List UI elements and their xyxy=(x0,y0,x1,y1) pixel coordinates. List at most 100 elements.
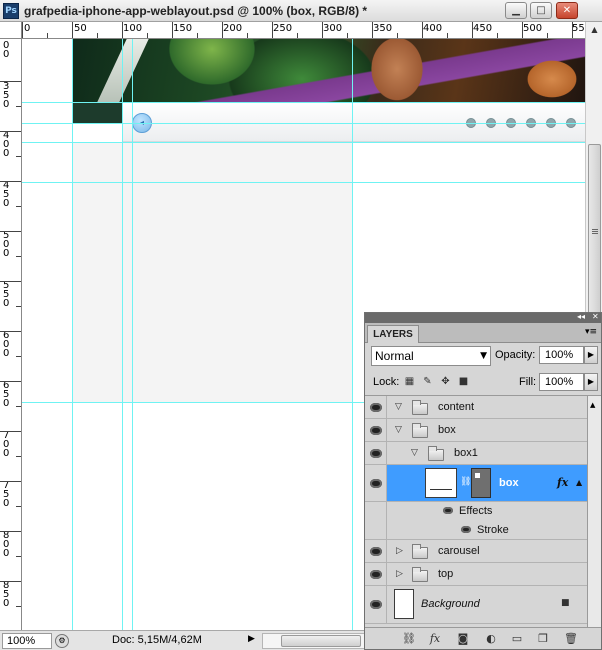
folder-icon xyxy=(412,423,428,438)
visibility-toggle[interactable] xyxy=(365,442,387,464)
ruler-top-label: 450 xyxy=(473,23,493,34)
ruler-left-label: 350 xyxy=(3,81,10,110)
visibility-toggle[interactable] xyxy=(365,465,387,501)
visibility-toggle[interactable] xyxy=(365,540,387,562)
status-menu-arrow-icon[interactable]: ▶ xyxy=(248,634,255,644)
ruler-top-label: 300 xyxy=(323,23,343,34)
panel-menu-icon[interactable]: ▾≡ xyxy=(585,327,597,337)
status-info-icon[interactable]: ⚙ xyxy=(55,634,69,648)
visibility-toggle[interactable] xyxy=(365,419,387,441)
guide-vertical[interactable] xyxy=(122,39,123,630)
layer-name: carousel xyxy=(438,545,480,557)
collapse-triangle-icon[interactable]: ▷ xyxy=(396,546,403,556)
guide-horizontal[interactable] xyxy=(22,102,585,103)
zoom-level-field[interactable]: 100% xyxy=(2,633,52,649)
panel-close-icon[interactable]: ✕ xyxy=(592,312,599,321)
horizontal-scrollbar[interactable] xyxy=(262,633,367,649)
guide-vertical[interactable] xyxy=(72,39,73,630)
layer-row-stroke[interactable]: Stroke xyxy=(365,521,587,540)
effects-expand-arrow-icon[interactable]: ▲ xyxy=(576,478,582,487)
new-group-folder-icon[interactable]: ▭ xyxy=(509,632,525,646)
ruler-top-label: 100 xyxy=(123,23,143,34)
lock-transparent-icon[interactable]: ▦ xyxy=(403,375,416,388)
lock-position-move-icon[interactable]: ✥ xyxy=(439,375,452,388)
maximize-button[interactable]: □ xyxy=(530,2,552,19)
guide-vertical[interactable] xyxy=(132,39,133,630)
visibility-toggle[interactable] xyxy=(365,396,387,418)
delete-layer-trash-icon[interactable]: 🗑 xyxy=(563,632,579,646)
eye-icon[interactable] xyxy=(461,526,471,533)
layer-name: Background xyxy=(421,598,480,610)
new-layer-icon[interactable]: ❐ xyxy=(535,632,551,646)
horizontal-scroll-thumb[interactable] xyxy=(281,635,361,647)
expand-triangle-icon[interactable]: ▽ xyxy=(395,402,402,412)
layer-row-box-group[interactable]: ▽ box xyxy=(365,419,587,442)
folder-icon xyxy=(412,544,428,559)
eye-icon xyxy=(370,479,382,488)
guide-horizontal[interactable] xyxy=(22,123,585,124)
vertical-ruler[interactable]: 00 350 400 450 500 550 600 650 700 750 8… xyxy=(0,39,22,630)
layer-thumbnail xyxy=(425,468,457,498)
hero-ribbon xyxy=(97,39,149,102)
layer-name: box xyxy=(438,424,456,436)
eye-icon xyxy=(370,600,382,609)
blend-mode-select[interactable]: Normal ▼ xyxy=(371,346,491,366)
layer-list-scrollbar[interactable]: ▲ xyxy=(587,395,601,627)
window-title: grafpedia-iphone-app-weblayout.psd @ 100… xyxy=(24,4,368,18)
ruler-left-label: 850 xyxy=(3,580,10,609)
layer-row-background[interactable]: Background ■ xyxy=(365,586,587,624)
ruler-top-label: 200 xyxy=(223,23,243,34)
layer-row-top[interactable]: ▷ top xyxy=(365,563,587,586)
guide-horizontal[interactable] xyxy=(22,142,585,143)
horizontal-ruler[interactable]: 0 50 100 150 200 250 300 350 400 450 500… xyxy=(22,22,585,39)
layer-row-effects[interactable]: Effects xyxy=(365,502,587,521)
scroll-up-arrow-icon[interactable]: ▲ xyxy=(590,401,595,409)
document-size-info: Doc: 5,15M/4,62M xyxy=(112,634,202,646)
folder-icon xyxy=(412,400,428,415)
fill-input[interactable]: 100% xyxy=(539,373,584,391)
ruler-origin-corner[interactable] xyxy=(0,22,22,39)
collapse-triangle-icon[interactable]: ▷ xyxy=(396,569,403,579)
guide-horizontal[interactable] xyxy=(22,182,585,183)
visibility-toggle[interactable] xyxy=(365,586,387,623)
layer-list: ▽ content ▽ box ▽ box1 ⛓ box fx ▲ Effect… xyxy=(365,395,587,627)
fill-slider-button[interactable]: ▶ xyxy=(584,373,598,391)
add-mask-icon[interactable]: ◙ xyxy=(455,632,471,646)
lock-all-icon[interactable]: ■ xyxy=(457,375,470,388)
window-titlebar[interactable]: Ps grafpedia-iphone-app-weblayout.psd @ … xyxy=(0,0,602,22)
photoshop-app-icon: Ps xyxy=(3,3,19,19)
ruler-left-label: 650 xyxy=(3,380,10,409)
expand-triangle-icon[interactable]: ▽ xyxy=(395,425,402,435)
ruler-left-label: 800 xyxy=(3,530,10,559)
opacity-slider-button[interactable]: ▶ xyxy=(584,346,598,364)
layer-row-box1-group[interactable]: ▽ box1 xyxy=(365,442,587,465)
lock-image-brush-icon[interactable]: ✎ xyxy=(421,375,434,388)
visibility-toggle[interactable] xyxy=(365,563,387,585)
expand-triangle-icon[interactable]: ▽ xyxy=(411,448,418,458)
ruler-left-label: 00 xyxy=(3,40,10,60)
chain-link-icon[interactable]: ⛓ xyxy=(460,477,471,487)
tab-layers[interactable]: LAYERS xyxy=(367,325,419,343)
eye-icon xyxy=(370,426,382,435)
guide-vertical[interactable] xyxy=(352,39,353,630)
layer-effects-fx-icon[interactable]: fx xyxy=(557,476,568,489)
eye-icon xyxy=(370,570,382,579)
ruler-left-label: 450 xyxy=(3,180,10,209)
layer-row-box-selected[interactable]: ⛓ box fx ▲ xyxy=(365,465,587,502)
close-button[interactable]: ✕ xyxy=(556,2,578,19)
vertical-scroll-thumb[interactable] xyxy=(588,144,601,324)
layer-name: Effects xyxy=(459,505,493,517)
panel-collapse-icon[interactable]: ◂◂ xyxy=(577,312,585,321)
opacity-input[interactable]: 100% xyxy=(539,346,584,364)
ruler-top-label: 0 xyxy=(24,23,31,34)
layer-row-carousel[interactable]: ▷ carousel xyxy=(365,540,587,563)
adjustment-layer-icon[interactable]: ◐ xyxy=(483,632,499,646)
panel-header-strip[interactable]: ◂◂ ✕ xyxy=(365,312,601,323)
minimize-button[interactable]: ▁ xyxy=(505,2,527,19)
layer-row-content[interactable]: ▽ content xyxy=(365,396,587,419)
eye-icon xyxy=(370,547,382,556)
link-layers-icon[interactable]: ⛓ xyxy=(401,632,417,646)
add-layer-style-fx-icon[interactable]: fx xyxy=(427,632,443,646)
scroll-up-arrow-icon[interactable]: ▲ xyxy=(587,22,602,37)
eye-icon[interactable] xyxy=(443,507,453,514)
